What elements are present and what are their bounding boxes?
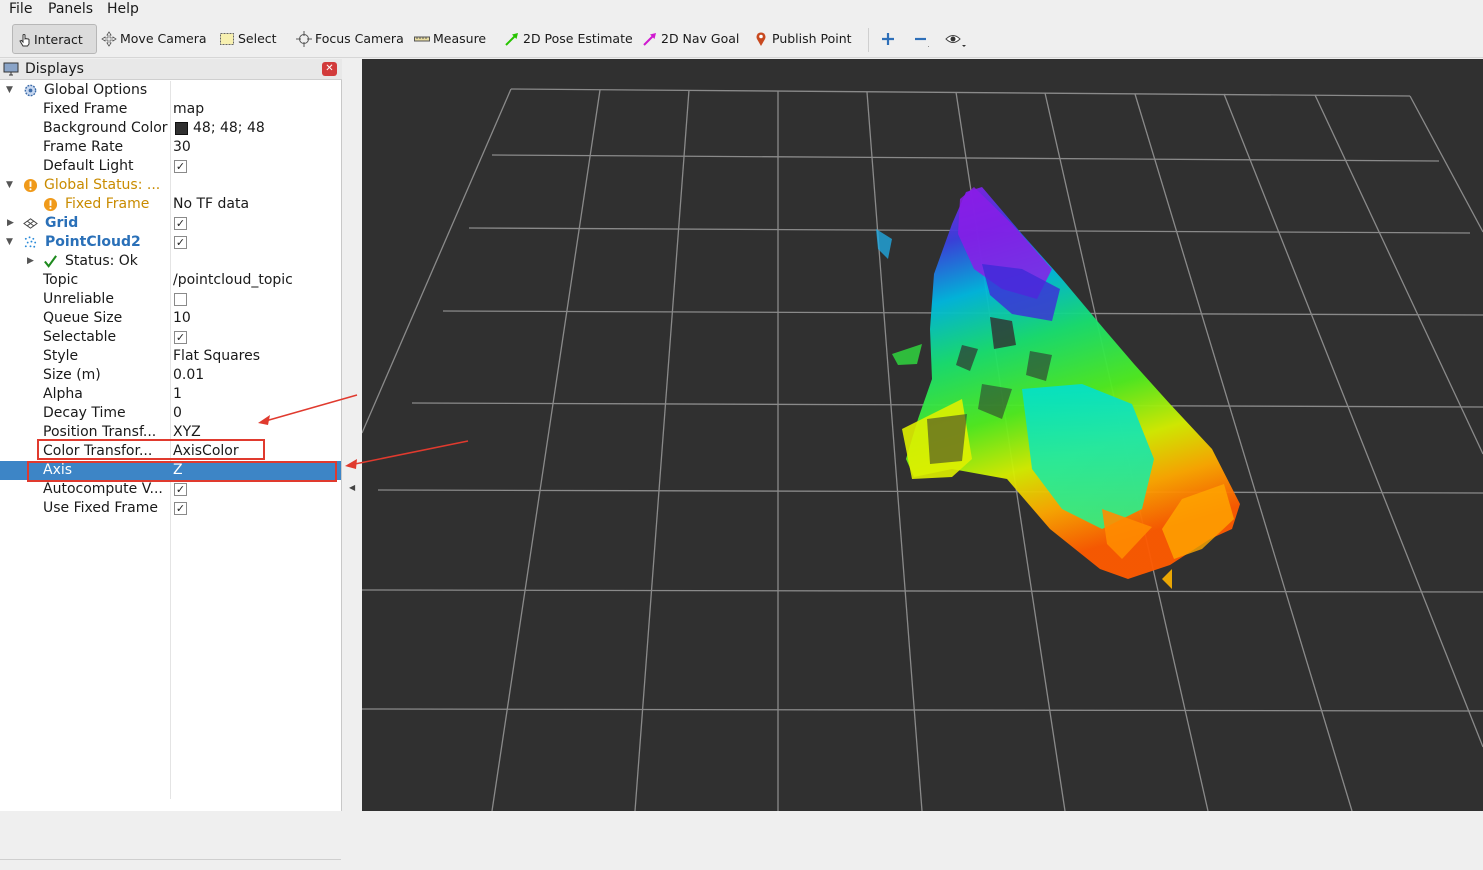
annotation-arrows	[258, 394, 469, 469]
panel-bottom-strip	[0, 859, 341, 870]
